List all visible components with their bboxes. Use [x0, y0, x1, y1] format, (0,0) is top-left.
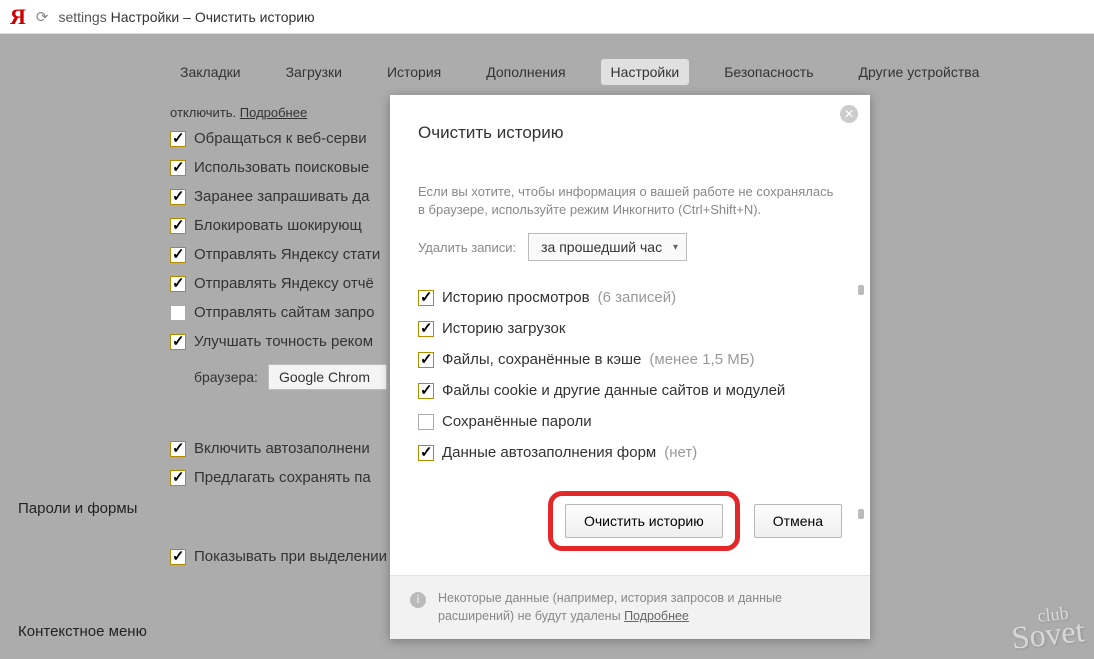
option-label: Обращаться к веб-серви [194, 130, 367, 147]
clear-history-dialog: ✕ Очистить историю Если вы хотите, чтобы… [390, 95, 870, 639]
item-suffix: (6 записей) [598, 289, 676, 306]
browser-label: браузера: [194, 369, 258, 385]
option-label: Отправлять Яндексу отчё [194, 275, 374, 292]
checkbox-icon[interactable] [170, 160, 186, 176]
reload-icon[interactable]: ⟳ [36, 8, 49, 26]
checkbox-icon[interactable] [170, 470, 186, 486]
range-label: Удалить записи: [418, 240, 516, 255]
clear-item[interactable]: Файлы cookie и другие данные сайтов и мо… [418, 382, 842, 399]
scroll-down-icon[interactable] [858, 509, 864, 519]
tab-другие устройства[interactable]: Другие устройства [849, 59, 990, 85]
checkbox-icon[interactable] [418, 352, 434, 368]
browser-select[interactable]: Google Chrom [268, 364, 387, 390]
option-label: Блокировать шокирующ [194, 217, 362, 234]
yandex-logo: Я [10, 4, 26, 30]
tab-дополнения[interactable]: Дополнения [476, 59, 575, 85]
clear-item[interactable]: Файлы, сохранённые в кэше (менее 1,5 МБ) [418, 351, 842, 368]
checkbox-icon[interactable] [170, 334, 186, 350]
range-value: за прошедший час [541, 239, 662, 255]
section-context: Контекстное меню [18, 623, 147, 640]
footer-text: Некоторые данные (например, история запр… [438, 591, 782, 623]
checkbox-icon[interactable] [170, 441, 186, 457]
checkbox-icon[interactable] [418, 321, 434, 337]
cancel-button[interactable]: Отмена [754, 504, 842, 538]
dialog-actions: Очистить историю Отмена [390, 471, 870, 575]
checkbox-icon[interactable] [418, 445, 434, 461]
footer-link[interactable]: Подробнее [624, 609, 689, 623]
checkbox-icon[interactable] [170, 305, 186, 321]
tab-настройки[interactable]: Настройки [601, 59, 690, 85]
clear-item[interactable]: Данные автозаполнения форм (нет) [418, 444, 842, 461]
highlight-annotation: Очистить историю [548, 491, 740, 551]
option-label: Отправлять Яндексу стати [194, 246, 380, 263]
clear-item[interactable]: Сохранённые пароли [418, 413, 842, 430]
tab-безопасность[interactable]: Безопасность [714, 59, 823, 85]
item-label: Файлы, сохранённые в кэше [442, 351, 641, 368]
time-range-row: Удалить записи: за прошедший час ▾ [418, 233, 842, 261]
dialog-footer: i Некоторые данные (например, история за… [390, 575, 870, 639]
option-label: Использовать поисковые [194, 159, 369, 176]
clear-history-button[interactable]: Очистить историю [565, 504, 723, 538]
settings-tabs: Закладки Загрузки История Дополнения Настрой… [170, 59, 1034, 85]
note-link[interactable]: Подробнее [240, 105, 307, 120]
tab-загрузки[interactable]: Загрузки [276, 59, 352, 85]
item-label: Историю просмотров [442, 289, 590, 306]
address-text[interactable]: settings Настройки – Очистить историю [58, 9, 314, 25]
checkbox-icon[interactable] [418, 414, 434, 430]
item-suffix: (нет) [664, 444, 697, 461]
dialog-title: Очистить историю [418, 123, 842, 143]
info-icon: i [410, 592, 426, 608]
option-label: Отправлять сайтам запро [194, 304, 374, 321]
tab-история[interactable]: История [377, 59, 451, 85]
address-bar: Я ⟳ settings Настройки – Очистить истори… [0, 0, 1094, 34]
option-label: Улучшать точность реком [194, 333, 373, 350]
clear-item[interactable]: Историю загрузок [418, 320, 842, 337]
item-label: Сохранённые пароли [442, 413, 592, 430]
option-label: Включить автозаполнени [194, 440, 370, 457]
checkbox-icon[interactable] [418, 290, 434, 306]
checkbox-icon[interactable] [170, 247, 186, 263]
section-passwords: Пароли и формы [18, 500, 137, 517]
address-keyword: settings [58, 9, 106, 25]
close-icon[interactable]: ✕ [840, 105, 858, 123]
item-label: Историю загрузок [442, 320, 565, 337]
dialog-check-list: Историю просмотров (6 записей) Историю за… [418, 289, 842, 461]
dialog-note: Если вы хотите, чтобы информация о вашей… [418, 183, 842, 219]
checkbox-icon[interactable] [170, 131, 186, 147]
checkbox-icon[interactable] [418, 383, 434, 399]
checkbox-icon[interactable] [170, 276, 186, 292]
item-label: Файлы cookie и другие данные сайтов и мо… [442, 382, 785, 399]
item-suffix: (менее 1,5 МБ) [649, 351, 754, 368]
checkbox-icon[interactable] [170, 218, 186, 234]
dialog-scrollbar[interactable] [856, 285, 866, 519]
range-select[interactable]: за прошедший час ▾ [528, 233, 687, 261]
item-label: Данные автозаполнения форм [442, 444, 656, 461]
checkbox-icon[interactable] [170, 189, 186, 205]
chevron-down-icon: ▾ [673, 242, 678, 253]
address-title: Настройки – Очистить историю [111, 9, 315, 25]
clear-item[interactable]: Историю просмотров (6 записей) [418, 289, 842, 306]
tab-закладки[interactable]: Закладки [170, 59, 251, 85]
option-label: Предлагать сохранять па [194, 469, 371, 486]
note-prefix: отключить. [170, 105, 236, 120]
option-label: Заранее запрашивать да [194, 188, 369, 205]
checkbox-icon[interactable] [170, 549, 186, 565]
scroll-up-icon[interactable] [858, 285, 864, 295]
